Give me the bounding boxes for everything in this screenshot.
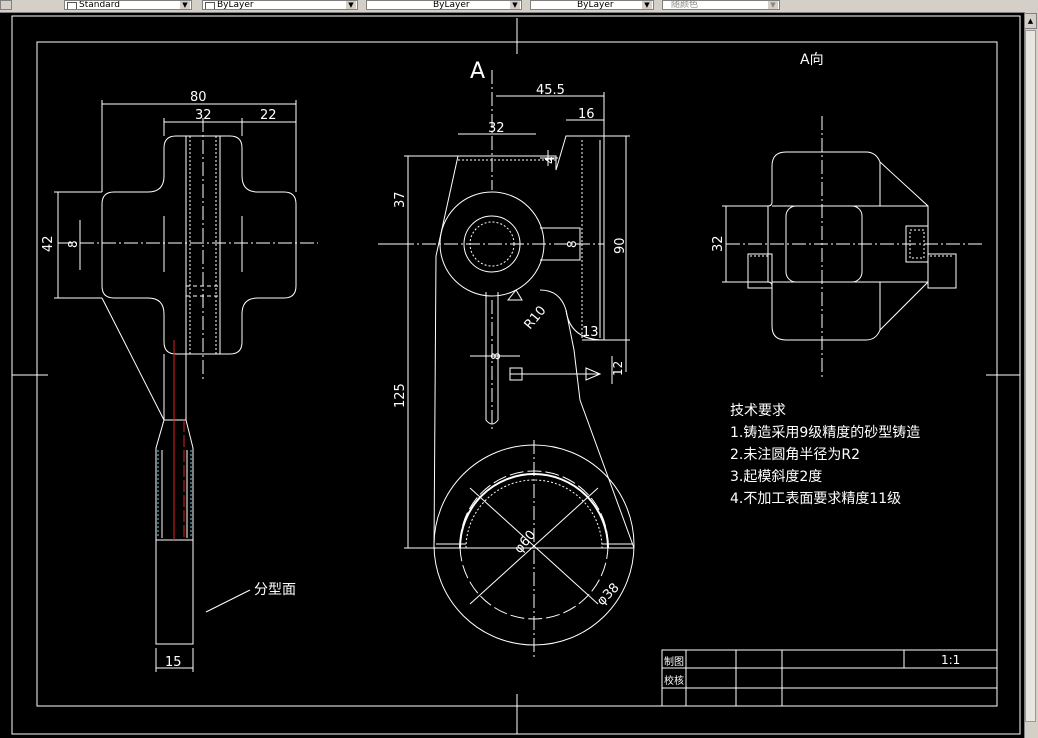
- technical-requirements: 技术要求 1.铸造采用9级精度的砂型铸造 2.未注圆角半径为R2 3.起模斜度2…: [730, 400, 920, 510]
- dim-42: 42: [41, 235, 56, 252]
- front-view: [378, 70, 635, 660]
- chevron-down-icon: ▼: [346, 1, 356, 9]
- chevron-down-icon: ▼: [510, 1, 520, 9]
- dim-r10: R10: [522, 303, 550, 332]
- dim-80: 80: [190, 90, 207, 105]
- text-style-value: Standard: [79, 0, 120, 10]
- dim-dia60: φ60: [512, 528, 540, 557]
- dim-15: 15: [165, 655, 182, 670]
- toolbar-grip: [0, 0, 12, 10]
- layer-icon: [205, 2, 215, 9]
- view-a-title: A向: [800, 52, 824, 68]
- note-item-3: 3.起模斜度2度: [730, 469, 823, 485]
- dim-16: 16: [578, 107, 595, 122]
- dim-8-web: 8: [489, 352, 503, 360]
- chevron-down-icon: ▼: [642, 1, 652, 9]
- layer-dropdown[interactable]: ByLayer ▼: [202, 0, 358, 10]
- drawing-canvas[interactable]: 80 32 22 42 8 15 分型面 A 45.5 32 16 4 37 9…: [0, 12, 1024, 738]
- dim-8-side: 8: [66, 240, 80, 248]
- note-item-2: 2.未注圆角半径为R2: [730, 447, 860, 463]
- dim-37: 37: [393, 191, 408, 208]
- dim-45-5: 45.5: [536, 83, 565, 98]
- linetype-value: ByLayer: [433, 0, 470, 10]
- scale-value: 1:1: [941, 653, 960, 667]
- parting-surface-label: 分型面: [254, 582, 296, 598]
- scrollbar-thumb[interactable]: [1025, 30, 1036, 722]
- text-style-dropdown[interactable]: Standard ▼: [64, 0, 192, 10]
- dim-dia38: φ38: [594, 580, 622, 608]
- notes-title: 技术要求: [730, 403, 786, 419]
- note-item-4: 4.不加工表面要求精度11级: [730, 491, 902, 507]
- dim-32-side: 32: [195, 108, 212, 123]
- dim-22: 22: [260, 108, 277, 123]
- lineweight-value: ByLayer: [577, 0, 614, 10]
- dim-32-front: 32: [488, 121, 505, 136]
- dim-8-hole: 8: [565, 240, 579, 248]
- checked-label: 校核: [664, 674, 684, 687]
- chevron-down-icon: ▼: [768, 1, 778, 9]
- text-style-icon: [67, 2, 77, 9]
- dim-32-view: 32: [711, 235, 726, 252]
- note-item-1: 1.铸造采用9级精度的砂型铸造: [730, 425, 921, 441]
- scroll-up-icon[interactable]: ▲: [1024, 13, 1037, 29]
- view-a-marker: A: [470, 59, 485, 84]
- sheet-outer-border: [11, 15, 1021, 735]
- dim-90: 90: [613, 237, 628, 254]
- lineweight-dropdown[interactable]: ByLayer ▼: [530, 0, 654, 10]
- linetype-dropdown[interactable]: ByLayer ▼: [366, 0, 522, 10]
- dim-12: 12: [611, 361, 625, 376]
- dim-125: 125: [393, 383, 408, 408]
- dim-13: 13: [582, 325, 599, 340]
- layer-value: ByLayer: [217, 0, 254, 10]
- plotstyle-value: 随颜色: [671, 0, 699, 10]
- drawn-label: 制图: [664, 655, 684, 668]
- view-a: [722, 116, 984, 380]
- chevron-down-icon: ▼: [180, 1, 190, 9]
- dim-4: 4: [543, 156, 557, 164]
- plotstyle-dropdown[interactable]: 随颜色 ▼: [662, 0, 780, 10]
- vertical-scrollbar[interactable]: ▲: [1024, 12, 1038, 738]
